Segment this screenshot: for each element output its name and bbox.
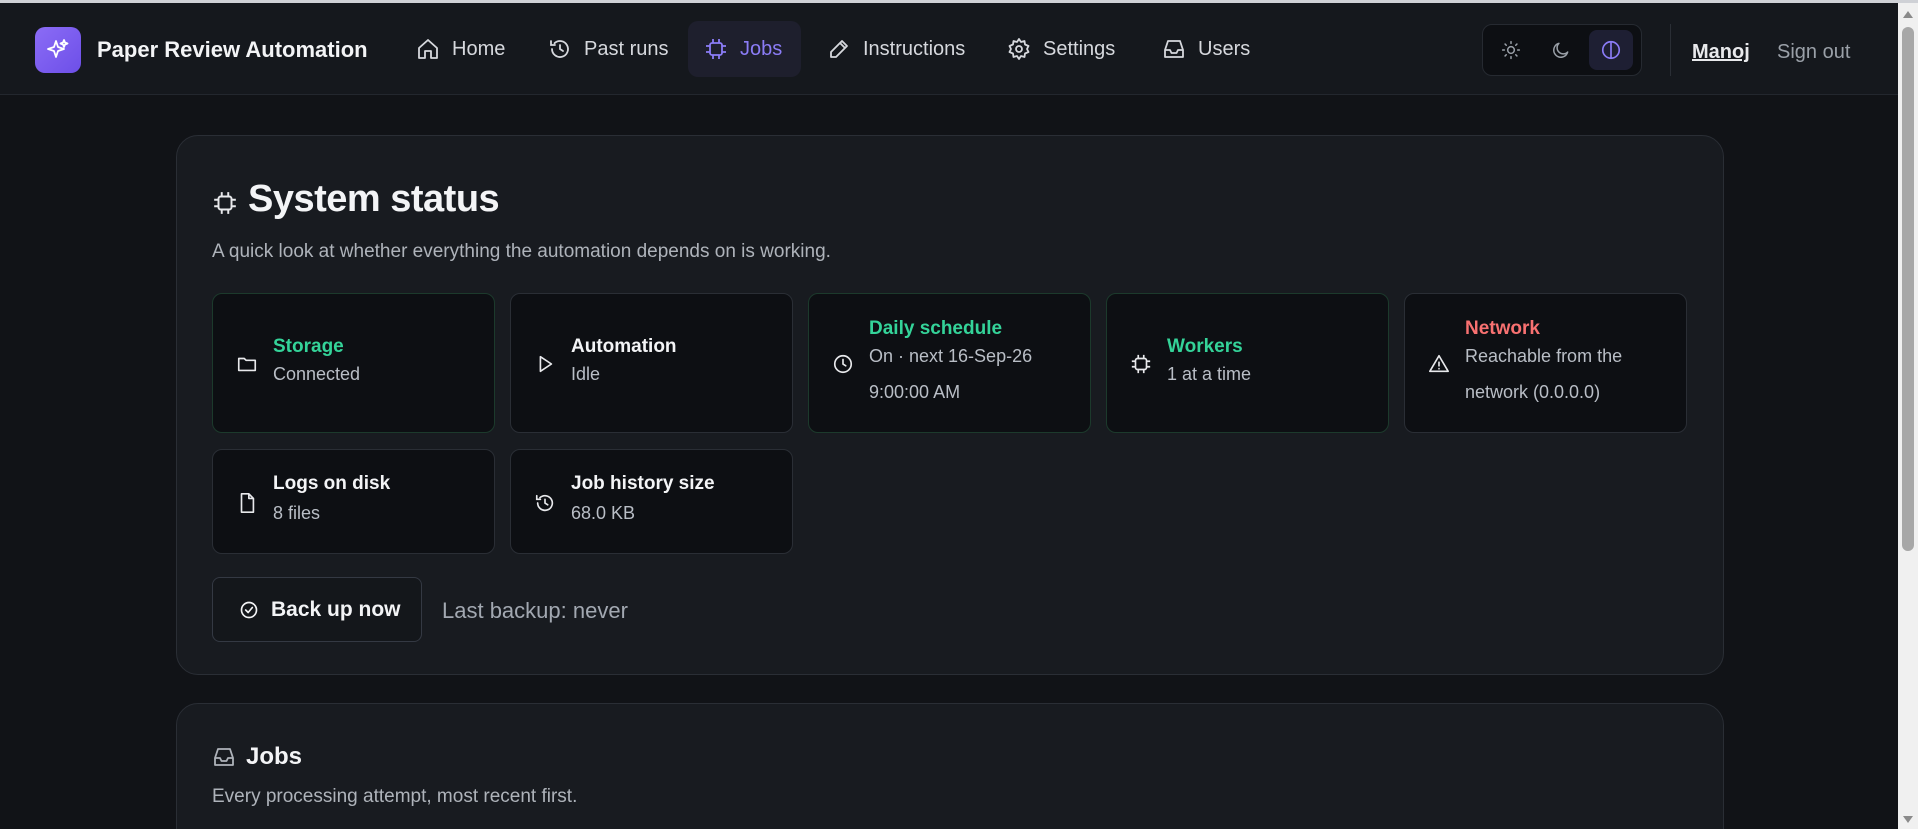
status-card-logs: Logs on disk 8 files bbox=[212, 449, 495, 554]
warning-icon bbox=[1429, 354, 1449, 373]
nav-past-runs[interactable]: Past runs bbox=[532, 21, 684, 77]
storage-value: Connected bbox=[273, 364, 361, 384]
user-name-link[interactable]: Manoj bbox=[1692, 41, 1750, 64]
system-status-title-text: System status bbox=[248, 178, 500, 220]
play-icon bbox=[539, 355, 553, 373]
job-history-value: 68.0 KB bbox=[571, 503, 636, 523]
folder-icon bbox=[237, 357, 257, 372]
nav-instructions-label: Instructions bbox=[863, 37, 966, 60]
status-card-network: Network Reachable from the network (0.0.… bbox=[1404, 293, 1687, 433]
nav-divider bbox=[1670, 24, 1671, 76]
network-title: Network bbox=[1465, 318, 1540, 339]
job-history-title: Job history size bbox=[571, 473, 715, 494]
theme-system-button[interactable] bbox=[1589, 30, 1633, 70]
sparkle-icon bbox=[47, 39, 69, 58]
system-status-title: System status bbox=[212, 178, 500, 221]
jobs-subtitle: Every processing attempt, most recent fi… bbox=[212, 786, 578, 807]
cpu-icon bbox=[214, 191, 236, 214]
nav-jobs[interactable]: Jobs bbox=[688, 21, 801, 77]
nav-settings[interactable]: Settings bbox=[991, 21, 1131, 77]
nav-past-runs-label: Past runs bbox=[584, 37, 669, 60]
inbox-icon bbox=[1164, 40, 1184, 58]
status-card-job-history: Job history size 68.0 KB bbox=[510, 449, 793, 554]
file-icon bbox=[240, 493, 255, 513]
backup-now-button[interactable]: Back up now bbox=[212, 577, 422, 642]
theme-switcher bbox=[1482, 24, 1642, 76]
workers-value: 1 at a time bbox=[1167, 364, 1252, 384]
moon-icon bbox=[1553, 42, 1569, 58]
inbox-icon bbox=[214, 748, 234, 766]
history-icon bbox=[535, 494, 554, 512]
nav-instructions[interactable]: Instructions bbox=[811, 21, 981, 77]
last-backup-text: Last backup: never bbox=[442, 598, 628, 623]
system-status-panel: System status A quick look at whether ev… bbox=[176, 135, 1724, 675]
schedule-title: Daily schedule bbox=[869, 318, 1003, 339]
cpu-icon bbox=[706, 39, 726, 59]
jobs-title-text: Jobs bbox=[246, 743, 303, 770]
theme-light-button[interactable] bbox=[1489, 30, 1533, 70]
logs-value: 8 files bbox=[273, 503, 321, 523]
page-scrollbar[interactable] bbox=[1898, 3, 1918, 829]
nav-home[interactable]: Home bbox=[400, 21, 521, 77]
cpu-icon bbox=[1131, 354, 1151, 374]
system-status-subtitle: A quick look at whether everything the a… bbox=[212, 241, 831, 262]
schedule-value: On · next 16-Sep-26 9:00:00 AM bbox=[869, 346, 1033, 402]
scroll-down-arrow-icon[interactable] bbox=[1903, 816, 1913, 823]
clock-icon bbox=[833, 354, 853, 374]
automation-title: Automation bbox=[571, 336, 677, 357]
home-icon bbox=[418, 39, 438, 59]
app-title[interactable]: Paper Review Automation bbox=[97, 37, 368, 63]
storage-title: Storage bbox=[273, 336, 344, 357]
nav-settings-label: Settings bbox=[1043, 37, 1116, 60]
sign-out-button[interactable]: Sign out bbox=[1777, 41, 1850, 64]
jobs-title: Jobs bbox=[212, 743, 302, 771]
check-circle-icon bbox=[240, 601, 258, 618]
status-card-automation: Automation Idle bbox=[510, 293, 793, 433]
nav-home-label: Home bbox=[452, 37, 506, 60]
scrollbar-thumb[interactable] bbox=[1902, 27, 1914, 551]
nav-users-label: Users bbox=[1198, 37, 1251, 60]
network-value: Reachable from the network (0.0.0.0) bbox=[1465, 346, 1623, 402]
status-card-workers: Workers 1 at a time bbox=[1106, 293, 1389, 433]
nav-jobs-label: Jobs bbox=[740, 37, 783, 60]
sun-icon bbox=[1501, 40, 1521, 60]
theme-dark-button[interactable] bbox=[1539, 30, 1583, 70]
history-icon bbox=[550, 40, 569, 58]
top-nav: Paper Review Automation Home Past runs J… bbox=[0, 3, 1898, 95]
app-logo[interactable] bbox=[35, 27, 81, 73]
scroll-up-arrow-icon[interactable] bbox=[1903, 11, 1913, 18]
jobs-panel: Jobs Every processing attempt, most rece… bbox=[176, 703, 1724, 829]
automation-value: Idle bbox=[571, 364, 601, 384]
gear-icon bbox=[1008, 38, 1030, 60]
contrast-icon bbox=[1601, 40, 1621, 60]
status-card-storage: Storage Connected bbox=[212, 293, 495, 433]
backup-now-label: Back up now bbox=[271, 597, 401, 621]
nav-users[interactable]: Users bbox=[1146, 21, 1266, 77]
workers-title: Workers bbox=[1167, 336, 1243, 357]
status-card-daily-schedule: Daily schedule On · next 16-Sep-26 9:00:… bbox=[808, 293, 1091, 433]
logs-title: Logs on disk bbox=[273, 473, 391, 494]
pencil-icon bbox=[830, 40, 848, 58]
